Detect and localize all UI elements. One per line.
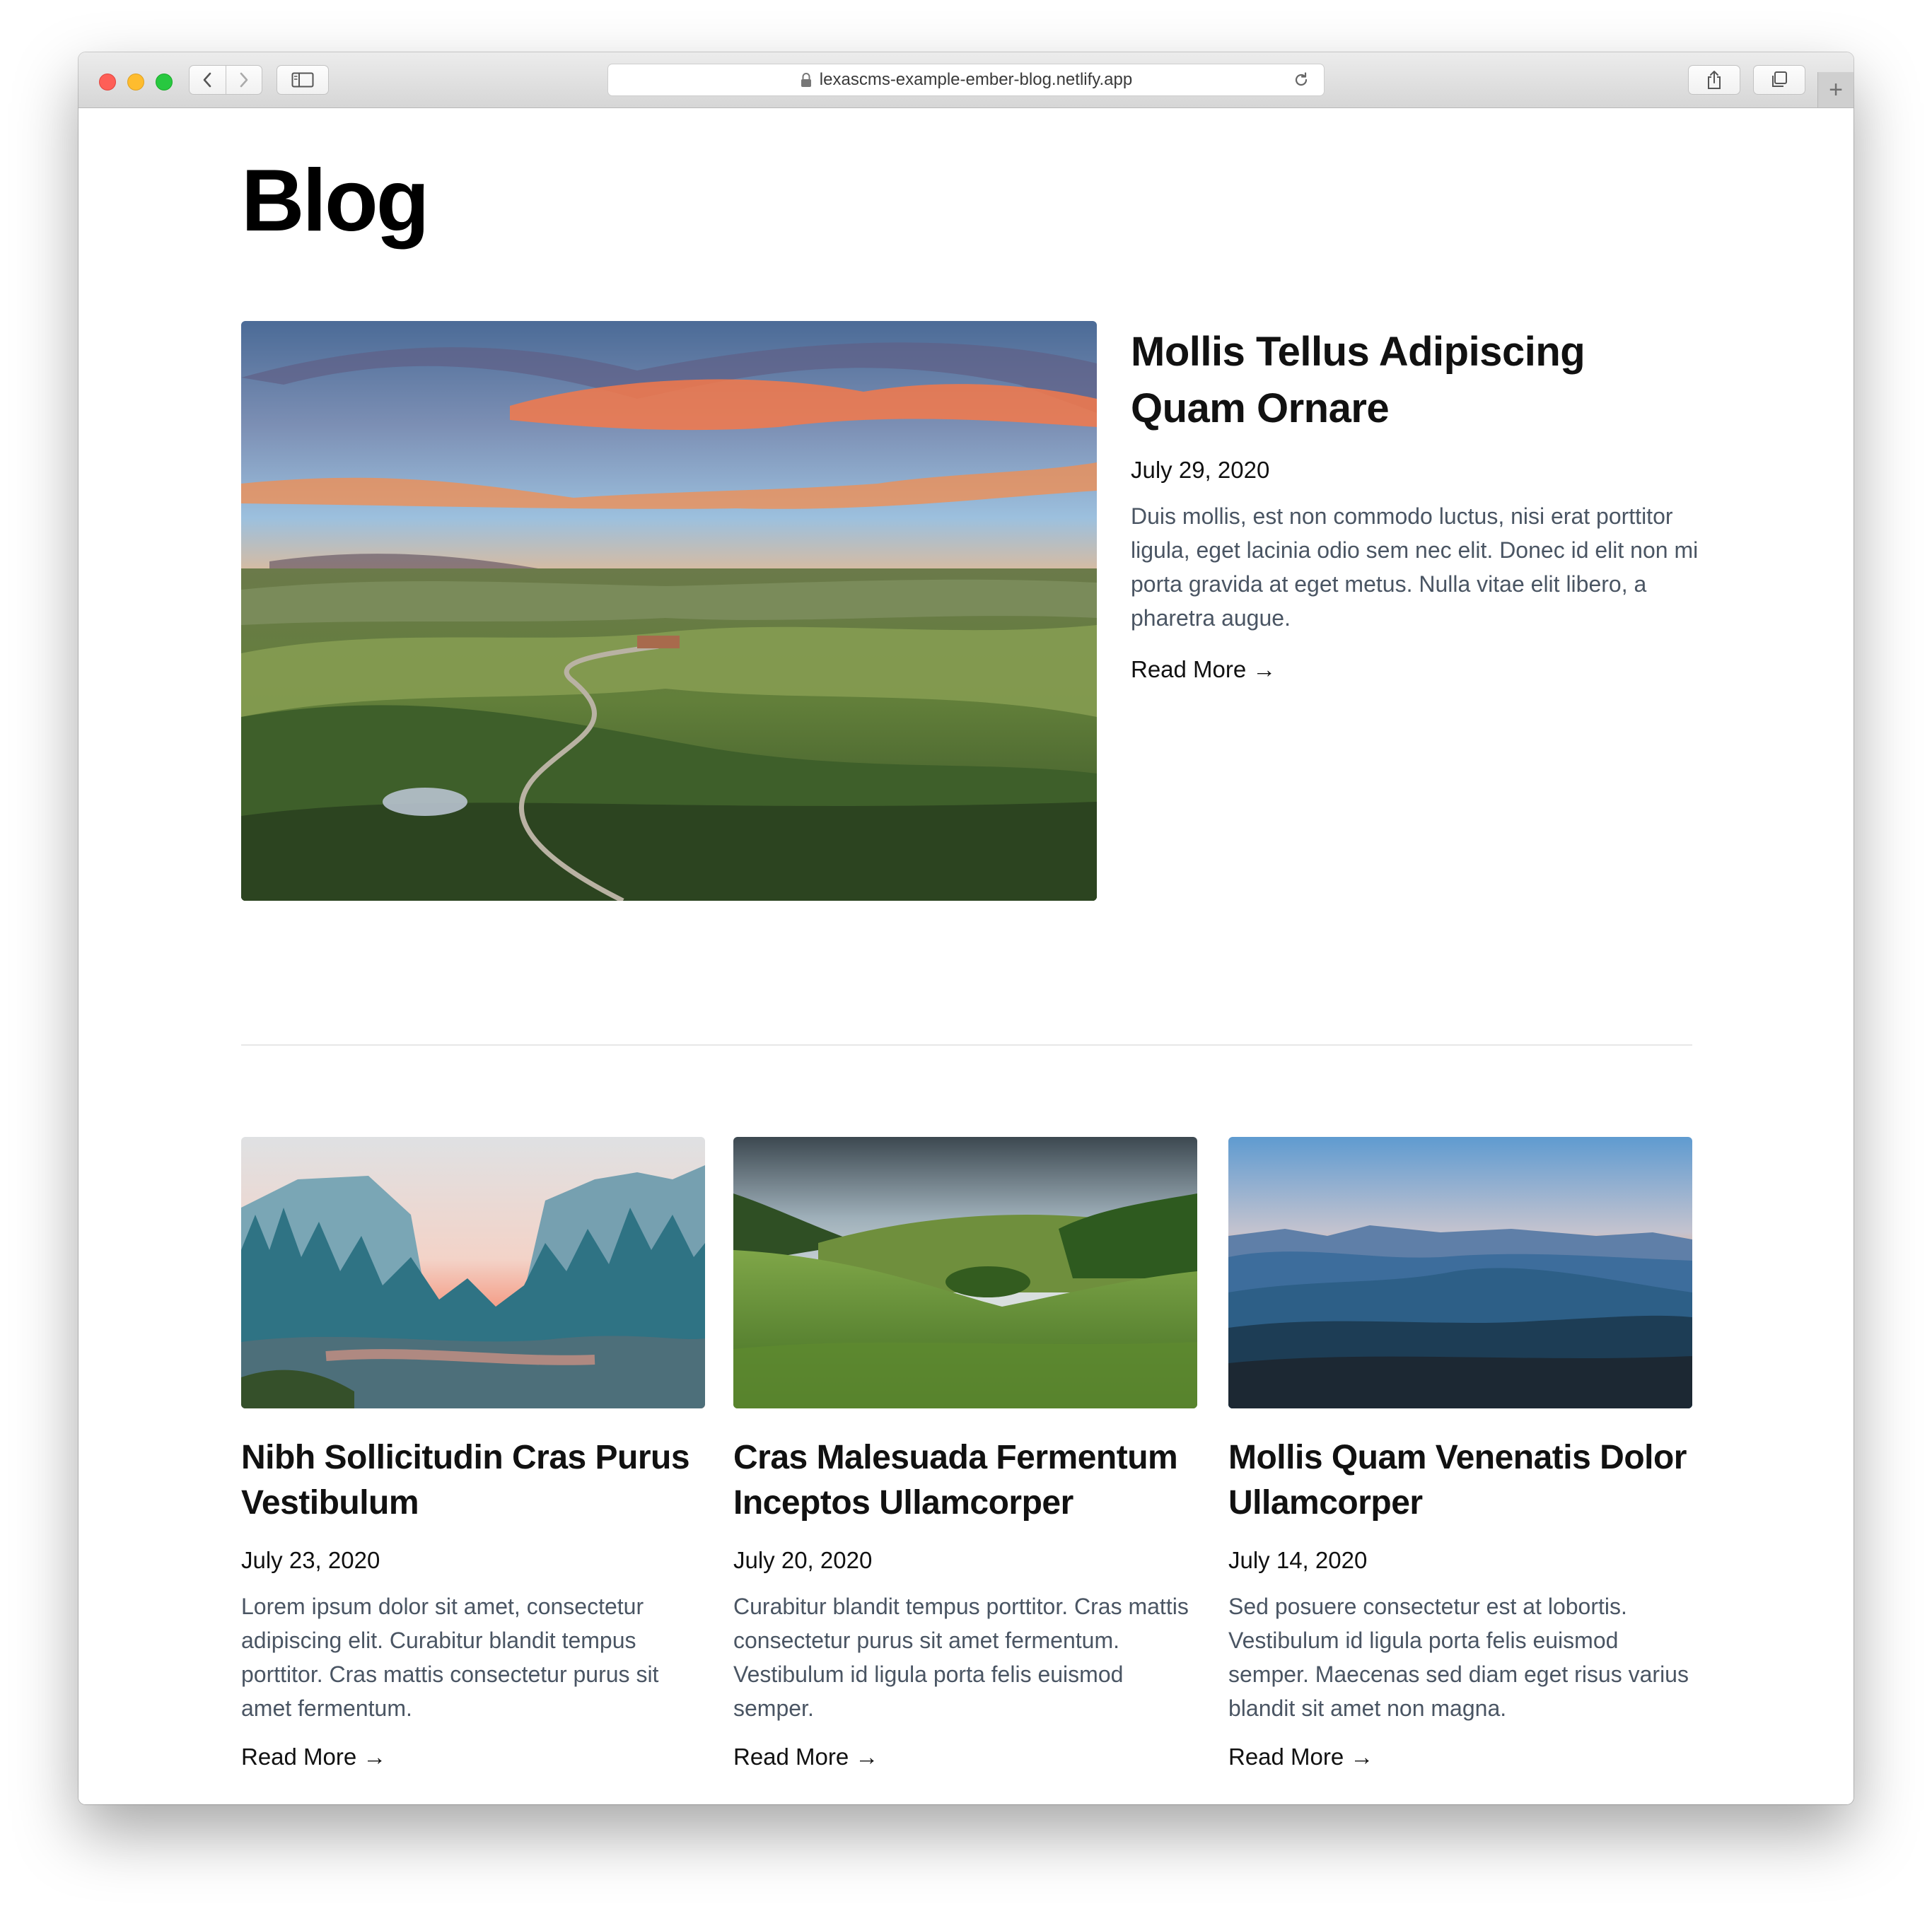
share-icon	[1708, 71, 1721, 89]
share-button[interactable]	[1688, 65, 1740, 95]
post-card-date: July 23, 2020	[241, 1547, 380, 1573]
post-card-image[interactable]	[241, 1137, 705, 1408]
back-button[interactable]	[190, 66, 226, 94]
post-card-date: July 20, 2020	[733, 1547, 873, 1573]
post-card-title[interactable]: Cras Malesuada Fermentum Inceptos Ullamc…	[733, 1435, 1197, 1526]
plus-icon: +	[1829, 76, 1843, 103]
lock-icon	[800, 72, 813, 88]
forward-button[interactable]	[225, 66, 262, 94]
featured-post-image[interactable]	[241, 321, 1097, 901]
tabs-overview-icon	[1772, 71, 1787, 87]
show-tabs-button[interactable]	[1753, 65, 1805, 95]
post-card-image[interactable]	[733, 1137, 1197, 1408]
post-card-read-more-link[interactable]: Read More →	[1228, 1744, 1373, 1770]
post-card-title[interactable]: Mollis Quam Venenatis Dolor Ullamcorper	[1228, 1435, 1692, 1526]
post-card-excerpt: Curabitur blandit tempus porttitor. Cras…	[733, 1594, 1189, 1721]
new-tab-button[interactable]: +	[1817, 72, 1854, 107]
featured-post-date: July 29, 2020	[1131, 457, 1270, 483]
section-divider	[241, 1044, 1692, 1046]
url-text: lexascms-example-ember-blog.netlify.app	[819, 70, 1133, 89]
post-card-excerpt: Sed posuere consectetur est at lobortis.…	[1228, 1594, 1689, 1721]
featured-post-excerpt: Duis mollis, est non commodo luctus, nis…	[1131, 503, 1699, 631]
post-card-title[interactable]: Nibh Sollicitudin Cras Purus Vestibulum	[241, 1435, 705, 1526]
page-title: Blog	[241, 152, 429, 250]
browser-window: lexascms-example-ember-blog.netlify.app …	[78, 52, 1854, 1804]
post-card-image[interactable]	[1228, 1137, 1692, 1408]
zoom-window-button[interactable]	[156, 74, 173, 91]
post-card-read-more-link[interactable]: Read More →	[241, 1744, 386, 1770]
address-bar[interactable]: lexascms-example-ember-blog.netlify.app	[607, 64, 1325, 96]
featured-post-title[interactable]: Mollis Tellus Adipiscing Quam Ornare	[1131, 324, 1701, 437]
page-content: Blog Mollis Tellus Adipiscing Quam Ornar…	[78, 108, 1854, 1804]
featured-read-more-link[interactable]: Read More →	[1131, 656, 1276, 683]
close-window-button[interactable]	[99, 74, 116, 91]
post-card-excerpt: Lorem ipsum dolor sit amet, consectetur …	[241, 1594, 659, 1721]
browser-toolbar: lexascms-example-ember-blog.netlify.app …	[78, 52, 1854, 108]
sidebar-icon	[291, 72, 314, 88]
navigation-buttons	[189, 65, 262, 95]
sidebar-toggle-button[interactable]	[277, 65, 329, 95]
post-card-read-more-link[interactable]: Read More →	[733, 1744, 878, 1770]
featured-post: Mollis Tellus Adipiscing Quam Ornare Jul…	[1131, 324, 1701, 683]
post-card: Mollis Quam Venenatis Dolor Ullamcorper …	[1228, 1137, 1692, 1770]
minimize-window-button[interactable]	[127, 74, 144, 91]
post-card: Cras Malesuada Fermentum Inceptos Ullamc…	[733, 1137, 1197, 1770]
post-card-date: July 14, 2020	[1228, 1547, 1368, 1573]
chevron-right-icon	[240, 72, 248, 88]
chevron-left-icon	[203, 72, 211, 88]
reload-icon[interactable]	[1293, 71, 1310, 88]
post-card: Nibh Sollicitudin Cras Purus Vestibulum …	[241, 1137, 705, 1770]
